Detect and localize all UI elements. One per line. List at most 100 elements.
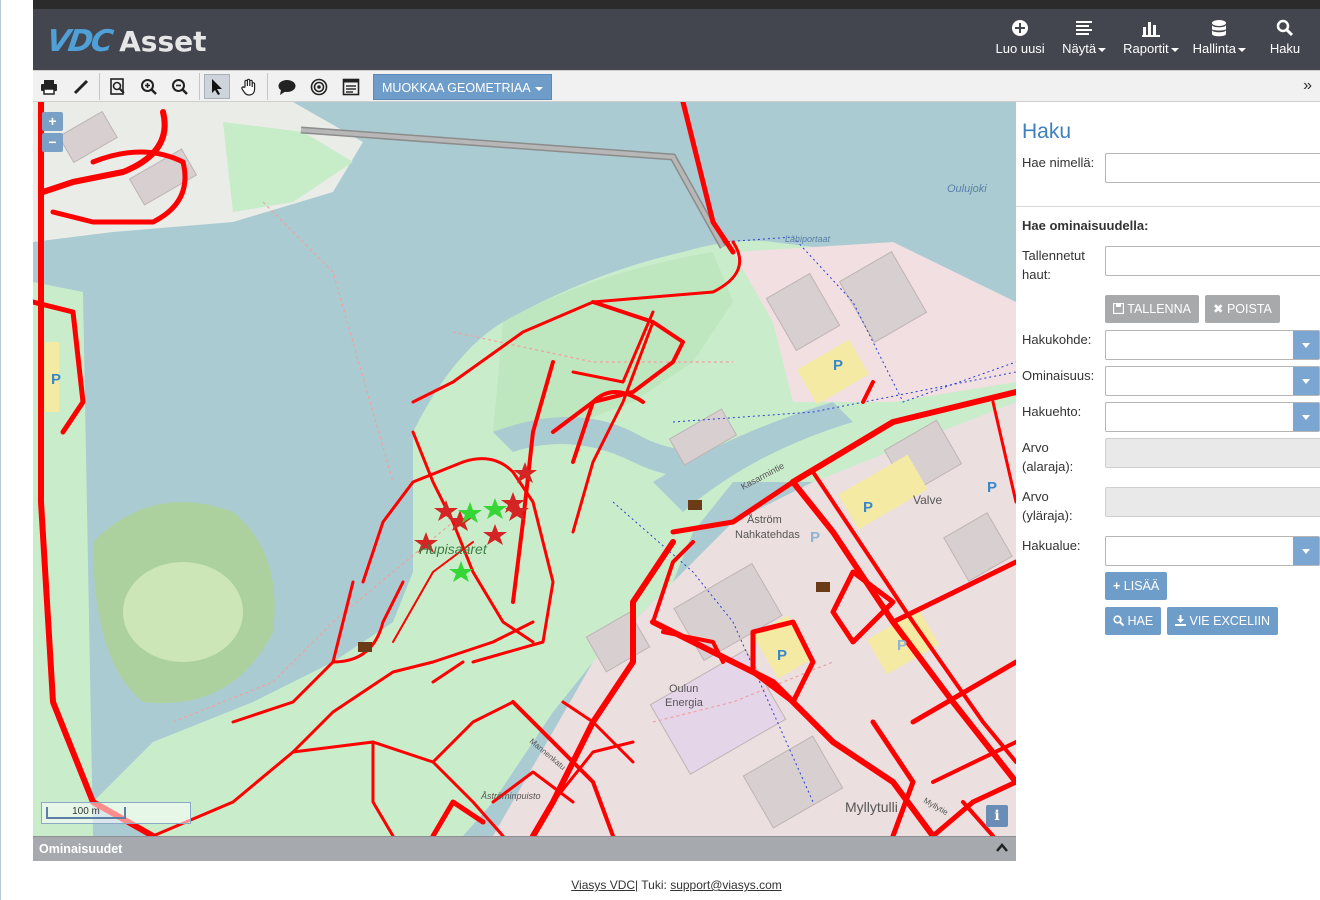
print-icon[interactable] [36,74,62,99]
map-label-oulujoki: Oulujoki [947,183,987,195]
chevron-up-icon[interactable] [996,840,1008,856]
svg-text:P: P [777,647,787,664]
map-label-astrom: Åström [747,513,782,526]
pencil-icon[interactable] [68,74,94,99]
value-upper-input[interactable] [1105,487,1320,517]
property-label: Ominaisuus: [1022,368,1095,383]
edit-geometry-dropdown[interactable]: MUOKKAA GEOMETRIAA [373,74,552,100]
nav-view[interactable]: Näytä [1059,19,1109,56]
logo-asset-text: Asset [119,24,207,58]
zoom-extent-icon[interactable] [105,74,131,99]
comment-icon[interactable] [274,74,300,99]
support-prefix: | Tuki: [635,878,667,892]
toolbar-divider [199,73,200,100]
properties-bar[interactable]: Ominaisuudet [33,836,1016,861]
value-lower-label: Arvo (alaraja): [1022,440,1074,474]
pointer-icon[interactable] [204,74,230,99]
save-label: TALLENNA [1127,302,1191,316]
top-strip [33,0,1320,9]
map-label-myllytulli: Myllytulli [845,799,898,815]
svg-text:P: P [810,529,820,546]
value-lower-input[interactable] [1105,438,1320,468]
caret-down-icon [1238,47,1246,52]
double-chevron-right-icon[interactable]: » [1303,77,1312,95]
map-label-lahiportaat: Lähiportaat [785,234,831,244]
zoom-controls: + − [42,112,63,154]
export-label: VIE EXCELIIN [1189,614,1271,628]
search-icon [1260,19,1310,41]
list-icon [1059,19,1109,41]
zoom-out-button[interactable]: − [42,133,63,152]
panel-title: Haku [1022,120,1072,143]
search-by-name-label: Hae nimellä: [1022,155,1095,170]
saved-searches-input[interactable] [1105,246,1320,276]
scale-label: 100 m [46,807,126,819]
search-by-name-input[interactable] [1105,153,1320,183]
logo-vdc-text: VDC [44,23,114,59]
nav-label: Hallinta [1192,41,1236,56]
nav-search[interactable]: Haku [1260,19,1310,56]
main-nav: Luo uusi Näytä Raportit Hallinta Haku [995,19,1310,56]
company-link[interactable]: Viasys VDC [571,878,635,892]
export-excel-button[interactable]: VIE EXCELIIN [1167,607,1279,635]
map-tiles: P P P P P P P Oulujoki Lähiportaat Hupis… [33,102,1016,836]
caret-down-icon [1170,47,1179,52]
chevron-down-icon [1293,331,1319,359]
search-panel: Haku Hae nimellä: Hae ominaisuudella: Ta… [1016,102,1320,862]
area-select[interactable] [1105,536,1320,566]
svg-text:P: P [833,357,843,374]
toolbar-divider [99,73,100,100]
close-icon: ✖ [1213,302,1224,316]
search-label: HAE [1127,614,1154,628]
map-label-energia: Energia [665,697,704,709]
map-label-astrominpuisto: Åströminpuisto [480,791,541,801]
pan-hand-icon[interactable] [236,74,262,99]
delete-label: POISTA [1226,302,1272,316]
area-label: Hakualue: [1022,538,1081,553]
nav-admin[interactable]: Hallinta [1193,19,1246,56]
properties-title: Ominaisuudet [39,842,123,856]
caret-down-icon [534,86,543,91]
map-info-button[interactable]: i [986,805,1008,827]
target-select[interactable] [1105,330,1320,360]
chevron-down-icon [1293,537,1319,565]
map-label-oulun: Oulun [669,683,698,695]
nav-label: Näytä [1062,41,1097,56]
scale-line: 100 m [41,802,191,824]
zoom-out-icon[interactable] [167,74,193,99]
delete-search-button[interactable]: ✖ POISTA [1205,295,1280,323]
support-email-link[interactable]: support@viasys.com [670,878,782,892]
condition-label: Hakuehto: [1022,404,1082,419]
chevron-down-icon [1293,403,1319,431]
nav-reports[interactable]: Raportit [1123,19,1179,56]
footer: Viasys VDC| Tuki: support@viasys.com [33,878,1320,892]
add-condition-button[interactable]: + LISÄÄ [1105,572,1168,600]
zoom-in-button[interactable]: + [42,112,63,131]
search-button[interactable]: HAE [1105,607,1162,635]
condition-select[interactable] [1105,402,1320,432]
map-toolbar: MUOKKAA GEOMETRIAA » [33,70,1320,102]
plus-icon: + [1113,579,1121,593]
app-logo[interactable]: VDC Asset [44,23,207,59]
nav-label: Raportit [1123,41,1169,56]
app-header: VDC Asset Luo uusi Näytä Raportit Hallin… [33,9,1320,70]
zoom-in-icon[interactable] [136,74,162,99]
panel-divider [1016,206,1320,207]
save-search-button[interactable]: TALLENNA [1105,295,1199,323]
floppy-icon [1112,302,1125,315]
map-label-hupisaaret: Hupisaaret [419,541,488,557]
target-label: Hakukohde: [1022,332,1092,347]
nav-create-new[interactable]: Luo uusi [995,19,1045,56]
caret-down-icon [1098,47,1107,52]
download-icon [1175,615,1186,626]
target-icon[interactable] [306,74,332,99]
search-icon [1113,615,1125,627]
svg-text:P: P [863,499,873,516]
search-by-property-label: Hae ominaisuudella: [1022,218,1149,233]
add-label: LISÄÄ [1123,579,1160,593]
list-window-icon[interactable] [338,74,364,99]
property-select[interactable] [1105,366,1320,396]
bar-chart-icon [1123,19,1179,41]
toolbar-divider [267,73,268,100]
map-canvas[interactable]: P P P P P P P Oulujoki Lähiportaat Hupis… [33,102,1016,836]
